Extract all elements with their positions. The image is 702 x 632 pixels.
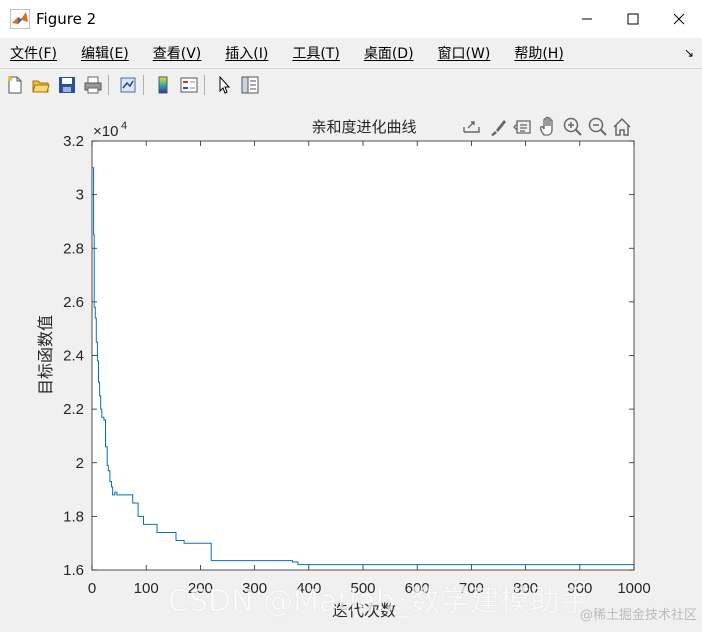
brush-button[interactable]	[491, 120, 506, 136]
close-button[interactable]	[656, 0, 702, 38]
axes-background	[92, 141, 634, 570]
data-tips-icon	[513, 120, 531, 134]
maximize-icon	[627, 13, 639, 25]
save-button[interactable]	[56, 74, 78, 96]
link-plot-icon	[120, 77, 136, 93]
chart-title: 亲和度进化曲线	[311, 118, 416, 136]
menu-bar: 文件(F) 编辑(E) 查看(V) 插入(I) 工具(T) 桌面(D) 窗口(W…	[0, 38, 702, 68]
new-figure-icon	[7, 76, 22, 94]
brush-icon	[491, 120, 506, 136]
y-tick-label: 2.8	[63, 240, 84, 257]
minimize-icon	[582, 18, 592, 20]
y-tick-label: 3	[76, 187, 84, 204]
y-exponent-base: ×10	[93, 123, 118, 140]
menu-window[interactable]: 窗口(W)	[438, 43, 491, 63]
y-tick-label: 1.8	[63, 508, 84, 525]
x-tick-label: 100	[134, 580, 159, 597]
link-plot-button[interactable]	[117, 74, 139, 96]
y-tick-label: 3.2	[63, 133, 84, 150]
colorbar-icon	[158, 76, 168, 94]
zoom-out-button[interactable]	[588, 117, 607, 136]
y-tick-label: 2.6	[63, 294, 84, 311]
menu-edit[interactable]: 编辑(E)	[81, 43, 129, 63]
print-button[interactable]	[82, 74, 104, 96]
print-icon	[84, 76, 102, 94]
maximize-button[interactable]	[610, 0, 656, 38]
chart-svg: 0 100 200 300 400 500 600 700 800 900 10001.61.822…	[36, 116, 697, 623]
figure-canvas: 0 100 200 300 400 500 600 700 800 900 1000 1.6 1.8 2 2…	[0, 101, 702, 628]
export-icon	[463, 121, 480, 133]
property-inspector-button[interactable]	[239, 74, 261, 96]
new-figure-button[interactable]	[4, 74, 26, 96]
y-tick-label: 2	[76, 455, 84, 472]
legend-icon	[180, 77, 198, 93]
y-tick-label: 2.4	[63, 348, 84, 365]
window-controls	[564, 0, 702, 38]
watermark-juejin: @稀土掘金技术社区	[580, 607, 697, 623]
open-file-icon	[32, 80, 50, 93]
save-icon	[59, 77, 75, 93]
y-tick-label: 2.2	[63, 401, 84, 418]
matlab-icon	[10, 9, 30, 29]
close-icon	[673, 13, 685, 25]
export-button[interactable]	[463, 121, 480, 133]
y-tick-label: 1.6	[63, 562, 84, 579]
data-tips-button[interactable]	[513, 120, 531, 134]
toolbar-separator	[108, 75, 109, 95]
menu-insert[interactable]: 插入(I)	[225, 43, 268, 63]
pointer-icon	[219, 76, 231, 94]
window-title: Figure 2	[36, 10, 97, 28]
open-file-button[interactable]	[30, 74, 52, 96]
watermark-csdn: CSDN @Matlab_数学建模助手	[168, 584, 590, 619]
x-tick-label: 1000	[617, 580, 650, 597]
menu-view[interactable]: 查看(V)	[153, 43, 202, 63]
y-axis-label: 目标函数值	[36, 315, 55, 395]
menu-file[interactable]: 文件(F)	[10, 43, 57, 63]
minimize-button[interactable]	[564, 0, 610, 38]
menu-tools[interactable]: 工具(T)	[292, 43, 339, 63]
x-tick-label: 0	[88, 580, 96, 597]
home-icon	[613, 117, 631, 136]
dock-arrow-icon[interactable]: ↘	[684, 46, 694, 60]
axes-toolbar	[463, 116, 631, 136]
toolbar-separator	[204, 75, 205, 95]
zoom-in-button[interactable]	[563, 117, 582, 136]
property-inspector-icon	[241, 76, 259, 94]
zoom-in-icon	[563, 117, 582, 136]
y-exponent-power: 4	[121, 120, 127, 132]
colorbar-button[interactable]	[152, 74, 174, 96]
pointer-button[interactable]	[213, 74, 235, 96]
title-bar: Figure 2	[0, 0, 702, 38]
home-button[interactable]	[613, 117, 631, 136]
zoom-out-icon	[588, 117, 607, 136]
legend-button[interactable]	[178, 74, 200, 96]
figure-toolbar	[0, 68, 702, 102]
pan-icon	[539, 116, 553, 136]
menu-help[interactable]: 帮助(H)	[514, 43, 563, 63]
pan-button[interactable]	[539, 116, 553, 136]
toolbar-separator	[143, 75, 144, 95]
menu-desktop[interactable]: 桌面(D)	[364, 43, 414, 63]
